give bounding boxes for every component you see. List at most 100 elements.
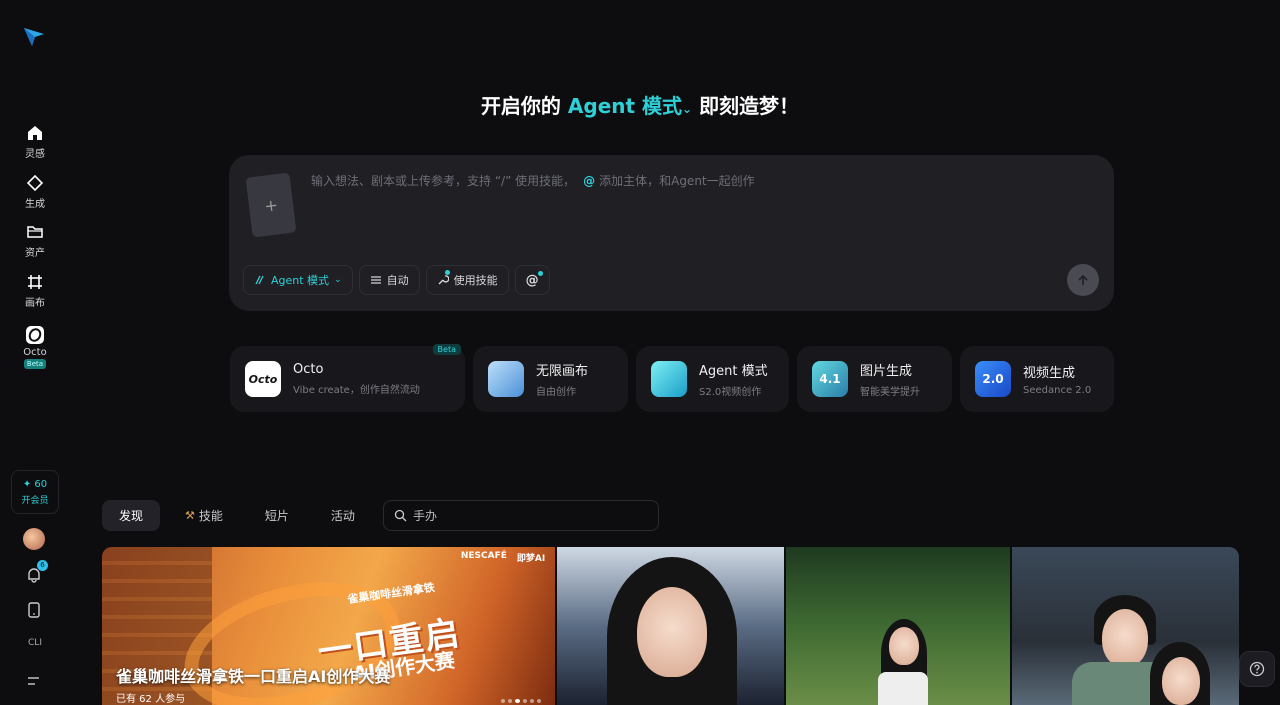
card-title: 图片生成 — [860, 364, 913, 379]
prompt-toolbar: Agent 模式 ⌄ 自动 使用技能 @ — [243, 265, 550, 295]
sidebar-item-label: 资产 — [25, 248, 45, 259]
mode-label: Agent 模式 — [567, 94, 683, 118]
tab-skills[interactable]: ⚒ 技能 — [168, 500, 240, 531]
gallery-item[interactable] — [1012, 547, 1239, 705]
upload-button[interactable]: + — [245, 172, 297, 238]
banner-brands: NESCAFÉ 即梦AI — [461, 551, 545, 564]
card-subtitle: 智能美学提升 — [860, 387, 920, 398]
content-tabs: 发现 ⚒ 技能 短片 活动 — [102, 500, 380, 531]
agent-chip-label: Agent 模式 — [271, 274, 330, 287]
skill-chip-label: 使用技能 — [453, 274, 498, 287]
card-title: Octo — [293, 362, 324, 377]
card-text: 无限画布 自由创作 — [536, 360, 588, 398]
card-text: 视频生成 Seedance 2.0 — [1023, 362, 1091, 396]
auto-chip[interactable]: 自动 — [358, 265, 420, 295]
notification-button[interactable]: 6 — [25, 560, 48, 584]
vip-label: 开会员 — [21, 495, 49, 506]
card-octo[interactable]: Octo Octo Vibe create，创作自然流动 Beta — [230, 344, 465, 412]
event-banner[interactable]: NESCAFÉ 即梦AI 雀巢咖啡丝滑拿铁 一口重启 AI创作大赛 雀巢咖啡丝滑… — [102, 547, 556, 705]
card-video-generation[interactable]: 2.0 视频生成 Seedance 2.0 — [960, 346, 1114, 412]
plus-icon: + — [263, 194, 279, 216]
mode-selector[interactable]: Agent 模式⌄ — [568, 94, 692, 118]
search-icon — [394, 509, 407, 522]
new-dot — [444, 270, 450, 275]
credits-count: ✦ 60 — [22, 478, 48, 490]
tab-label: 活动 — [330, 509, 355, 523]
video-gen-icon: 2.0 — [975, 361, 1011, 397]
send-button[interactable] — [1067, 264, 1099, 296]
auto-chip-label: 自动 — [386, 274, 409, 287]
carousel-dot[interactable] — [508, 699, 513, 703]
tab-label: 发现 — [119, 509, 144, 523]
logo-icon[interactable] — [22, 24, 46, 48]
card-agent-mode[interactable]: Agent 模式 S2.0视频创作 — [636, 346, 789, 412]
sidebar-item-assets[interactable]: 资产 — [0, 222, 70, 259]
at-icon: @ — [525, 272, 539, 288]
prompt-input[interactable] — [311, 171, 1011, 195]
image-content — [637, 587, 708, 677]
image-content — [1162, 657, 1201, 705]
octo-icon — [25, 325, 45, 345]
search-box — [383, 500, 659, 531]
tab-discover[interactable]: 发现 — [102, 500, 161, 531]
sidebar-item-canvas[interactable]: 画布 — [0, 272, 70, 309]
card-text: 图片生成 智能美学提升 — [860, 360, 920, 398]
sidebar-item-label: 画布 — [25, 298, 45, 309]
agent-icon — [255, 275, 264, 285]
tools-icon: ⚒ — [185, 509, 195, 522]
tab-events[interactable]: 活动 — [314, 500, 372, 531]
cli-button[interactable]: CLI — [0, 638, 70, 648]
gallery: NESCAFÉ 即梦AI 雀巢咖啡丝滑拿铁 一口重启 AI创作大赛 雀巢咖啡丝滑… — [102, 547, 1239, 705]
card-title: 无限画布 — [536, 364, 589, 379]
carousel-dots[interactable] — [501, 699, 542, 703]
image-content — [1102, 609, 1149, 667]
sidebar-item-label: 灵感 — [25, 149, 45, 160]
use-skill-chip[interactable]: 使用技能 — [425, 265, 509, 295]
app-root: 灵感 生成 资产 画布 Octo Beta ✦ 60 开会员 6 CLI 开启你… — [0, 0, 1280, 705]
card-title: 视频生成 — [1023, 366, 1076, 381]
search-input[interactable] — [413, 508, 643, 523]
page-title: 开启你的 Agent 模式⌄ 即刻造梦！ — [0, 90, 1280, 119]
card-text: Octo Vibe create，创作自然流动 — [293, 362, 420, 396]
carousel-dot[interactable] — [537, 699, 542, 703]
sidebar-item-octo[interactable]: Octo Beta — [0, 325, 70, 369]
carousel-dot[interactable] — [530, 699, 535, 703]
folder-icon — [25, 222, 45, 242]
carousel-dot[interactable] — [501, 699, 506, 703]
card-infinite-canvas[interactable]: 无限画布 自由创作 — [473, 346, 628, 412]
title-suffix: 即刻造梦！ — [699, 94, 800, 118]
tab-label: 短片 — [264, 509, 289, 523]
sidebar-item-label: 生成 — [25, 199, 45, 210]
image-content — [877, 672, 928, 705]
wrench-icon — [438, 275, 449, 285]
gallery-item[interactable] — [785, 547, 1011, 705]
mention-chip[interactable]: @ — [514, 265, 550, 295]
menu-icon — [28, 677, 39, 685]
agent-mode-chip[interactable]: Agent 模式 ⌄ — [243, 265, 353, 295]
carousel-dot[interactable] — [515, 699, 521, 703]
brand-logo-jimeng: 即梦AI — [516, 554, 546, 564]
image-content — [888, 627, 919, 665]
tab-short-film[interactable]: 短片 — [248, 500, 306, 531]
vip-button[interactable]: ✦ 60 开会员 — [11, 470, 59, 514]
carousel-dot[interactable] — [523, 699, 528, 703]
card-subtitle: Seedance 2.0 — [1023, 385, 1092, 396]
sidebar-item-inspiration[interactable]: 灵感 — [0, 123, 70, 160]
card-text: Agent 模式 S2.0视频创作 — [699, 360, 768, 398]
home-icon — [25, 123, 45, 143]
avatar[interactable] — [23, 528, 45, 550]
card-subtitle: S2.0视频创作 — [699, 387, 762, 398]
card-image-generation[interactable]: 4.1 图片生成 智能美学提升 — [797, 346, 952, 412]
notification-badge: 6 — [37, 560, 48, 571]
card-title: Agent 模式 — [699, 364, 768, 379]
sliders-icon — [370, 276, 381, 284]
chevron-down-icon: ⌄ — [334, 275, 342, 285]
mobile-app-button[interactable] — [25, 601, 43, 619]
help-button[interactable] — [1239, 651, 1275, 687]
phone-icon — [28, 602, 40, 618]
gallery-item[interactable] — [557, 547, 784, 705]
menu-button[interactable] — [25, 672, 43, 690]
new-dot — [537, 271, 543, 276]
sidebar-item-generate[interactable]: 生成 — [0, 173, 70, 210]
beta-badge: Beta — [432, 344, 461, 355]
